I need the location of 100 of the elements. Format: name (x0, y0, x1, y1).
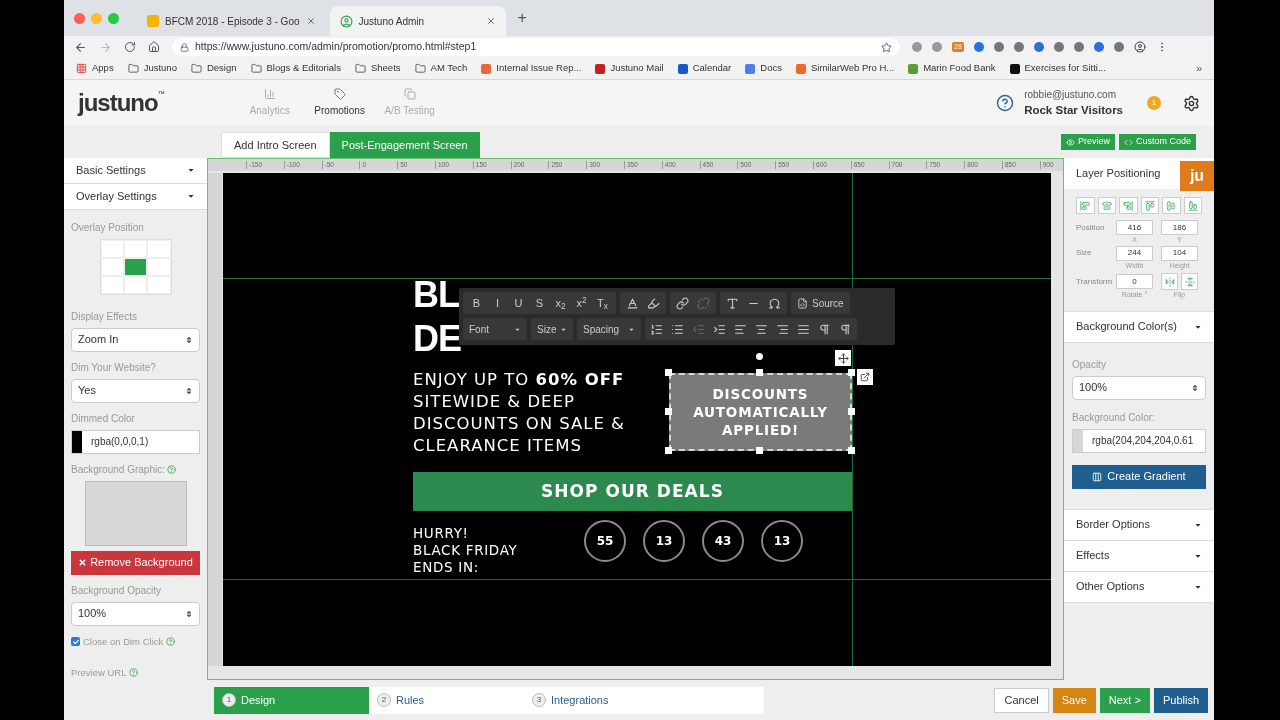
format-button[interactable]: U (509, 294, 528, 312)
bookmark-item[interactable]: AM Tech (414, 61, 468, 76)
bookmark-item[interactable]: SimilarWeb Pro H... (795, 61, 895, 76)
number-field[interactable]: 186 (1161, 220, 1198, 235)
resize-handle[interactable] (756, 447, 763, 454)
bookmark-item[interactable]: Internal Issue Rep... (481, 61, 582, 76)
nav-item[interactable]: Promotions (304, 88, 375, 118)
body-text[interactable]: ENJOY UP TO 60% OFF SITEWIDE & DEEP DISCOUNTS ON SALE & CLEARANCE ITEMS (413, 369, 625, 457)
bookmark-item[interactable]: Calendar (677, 61, 732, 76)
bookmark-item[interactable]: Apps (76, 61, 114, 76)
back-icon[interactable] (74, 40, 87, 54)
bulleted-list-icon[interactable] (671, 322, 684, 336)
bookmark-item[interactable]: Justuno (127, 61, 177, 76)
background-color-field[interactable]: rgba(204,204,204,0.61 (1072, 428, 1206, 453)
position-cell[interactable] (123, 239, 148, 258)
align-button[interactable] (1119, 197, 1138, 214)
position-cell[interactable] (100, 275, 124, 294)
browser-tab[interactable]: Justuno Admin (329, 6, 506, 36)
extension-icon[interactable] (1113, 42, 1124, 52)
bookmark-item[interactable]: Sheets (354, 61, 401, 76)
resize-handle[interactable] (665, 369, 672, 376)
outdent-icon[interactable] (692, 322, 705, 336)
remove-background-button[interactable]: Remove Background (71, 550, 200, 575)
shop-deals-button[interactable]: SHOP OUR DEALS (413, 472, 852, 511)
color-swatch[interactable] (1073, 429, 1083, 452)
align-button[interactable] (1183, 197, 1202, 214)
number-field[interactable]: 244 (1116, 245, 1153, 261)
indent-icon[interactable] (713, 322, 726, 336)
resize-handle[interactable] (848, 408, 855, 415)
text-color-icon[interactable] (626, 296, 639, 310)
close-window-icon[interactable] (74, 12, 85, 24)
extension-icon[interactable] (1073, 42, 1084, 52)
format-button[interactable]: B (467, 294, 486, 312)
text-box-icon[interactable] (726, 296, 739, 310)
bookmark-item[interactable]: Docs (745, 61, 782, 76)
align-justify-icon[interactable] (797, 322, 810, 336)
headline-text[interactable]: DE (413, 317, 461, 361)
align-button[interactable] (1140, 197, 1159, 214)
hurry-text[interactable]: HURRY! BLACK FRIDAY ENDS IN: (413, 525, 518, 576)
home-icon[interactable] (148, 41, 160, 53)
extension-icon[interactable] (1053, 42, 1064, 52)
position-cell[interactable] (100, 239, 124, 258)
settings-section-header[interactable]: Border Options (1064, 509, 1214, 541)
settings-icon[interactable] (1183, 94, 1200, 112)
extension-icon[interactable] (973, 42, 984, 52)
reload-icon[interactable] (124, 41, 136, 53)
bookmark-star-icon[interactable] (881, 41, 892, 53)
new-tab-button[interactable]: + (517, 6, 527, 30)
help-icon[interactable] (996, 94, 1015, 112)
format-button[interactable]: x$^{2}$ (572, 294, 591, 312)
dim-website-select[interactable]: Yes (71, 378, 200, 403)
link-icon[interactable] (676, 296, 689, 310)
footer-button[interactable]: Cancel (994, 687, 1049, 713)
number-field[interactable]: 0 (1116, 274, 1153, 289)
headline-text[interactable]: BL (413, 273, 461, 317)
bookmark-item[interactable]: Design (190, 61, 237, 76)
highlight-color-icon[interactable] (647, 296, 660, 310)
flip-horizontal-button[interactable] (1161, 273, 1178, 290)
screen-tab[interactable]: Add Intro Screen (221, 132, 330, 158)
extension-icon[interactable] (1013, 42, 1024, 52)
settings-section-header[interactable]: Other Options (1064, 571, 1214, 603)
align-center-icon[interactable] (755, 322, 768, 336)
align-button[interactable] (1076, 197, 1095, 214)
wizard-step[interactable]: 1 Design (214, 686, 369, 714)
unlink-icon[interactable] (697, 296, 710, 310)
source-button[interactable]: Source (791, 292, 850, 314)
align-right-icon[interactable] (776, 322, 789, 336)
position-cell[interactable] (147, 239, 171, 258)
toolbar-dropdown[interactable]: Spacing (577, 318, 641, 340)
number-field[interactable]: 104 (1161, 245, 1198, 261)
number-field[interactable]: 416 (1116, 220, 1153, 235)
bookmark-item[interactable]: Blogs & Editorials (250, 61, 341, 76)
extension-icon[interactable] (1033, 42, 1044, 52)
settings-section-header[interactable]: Basic Settings (64, 158, 207, 184)
rotate-handle[interactable] (756, 353, 763, 360)
close-tab-icon[interactable] (305, 16, 316, 26)
flip-vertical-button[interactable] (1181, 273, 1198, 290)
dimmed-color-field[interactable]: rgba(0,0,0,1) (71, 429, 200, 454)
resize-handle[interactable] (848, 369, 855, 376)
extension-icon[interactable] (993, 42, 1004, 52)
more-bookmarks-button[interactable]: » (1195, 60, 1202, 77)
bookmark-item[interactable]: Exercises for Sitti... (1009, 61, 1106, 76)
pilcrow-icon[interactable] (839, 322, 852, 336)
close-tab-icon[interactable] (485, 16, 496, 26)
format-button[interactable]: T$_{x}$ (593, 294, 612, 312)
numbered-list-icon[interactable] (650, 322, 663, 336)
toolbar-dropdown[interactable]: Size (531, 318, 573, 340)
toolbar-dropdown[interactable]: Font (463, 318, 527, 340)
resize-handle[interactable] (665, 447, 672, 454)
extension-icon[interactable] (1093, 42, 1104, 52)
bookmark-item[interactable]: Justuno Mail (595, 61, 664, 76)
bookmark-item[interactable]: Marin Food Bank (908, 61, 996, 76)
create-gradient-button[interactable]: Create Gradient (1072, 464, 1206, 489)
browser-tab[interactable]: BFCM 2018 - Episode 3 - Goo (137, 6, 326, 36)
close-on-dim-checkbox[interactable] (71, 637, 80, 647)
opacity-select[interactable]: 100% (1072, 375, 1206, 400)
format-button[interactable]: x$_{2}$ (551, 294, 570, 312)
move-handle[interactable] (835, 350, 851, 366)
special-character-icon[interactable] (768, 296, 781, 310)
background-opacity-select[interactable]: 100% (71, 601, 200, 626)
